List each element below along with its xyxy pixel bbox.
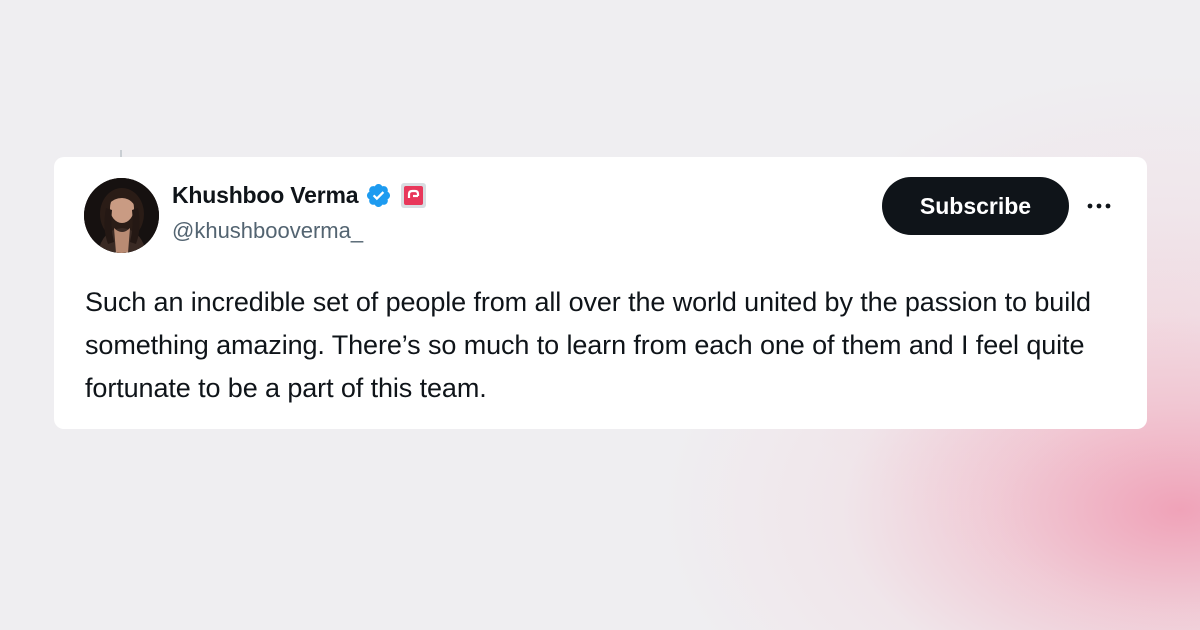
verified-badge-icon [365,182,392,209]
tweet-text: Such an incredible set of people from al… [85,287,1091,403]
author-handle[interactable]: @khushbooverma_ [172,218,363,244]
more-options-icon[interactable] [1084,194,1114,218]
avatar-photo [84,178,159,253]
author-display-name[interactable]: Khushboo Verma [172,182,359,209]
affiliate-badge-icon[interactable] [400,182,427,209]
avatar[interactable] [84,178,159,253]
tweet-card: Khushboo Verma @khushbooverma_ Subscribe… [54,157,1147,429]
author-name-row: Khushboo Verma [172,179,427,211]
subscribe-button[interactable]: Subscribe [882,177,1069,235]
